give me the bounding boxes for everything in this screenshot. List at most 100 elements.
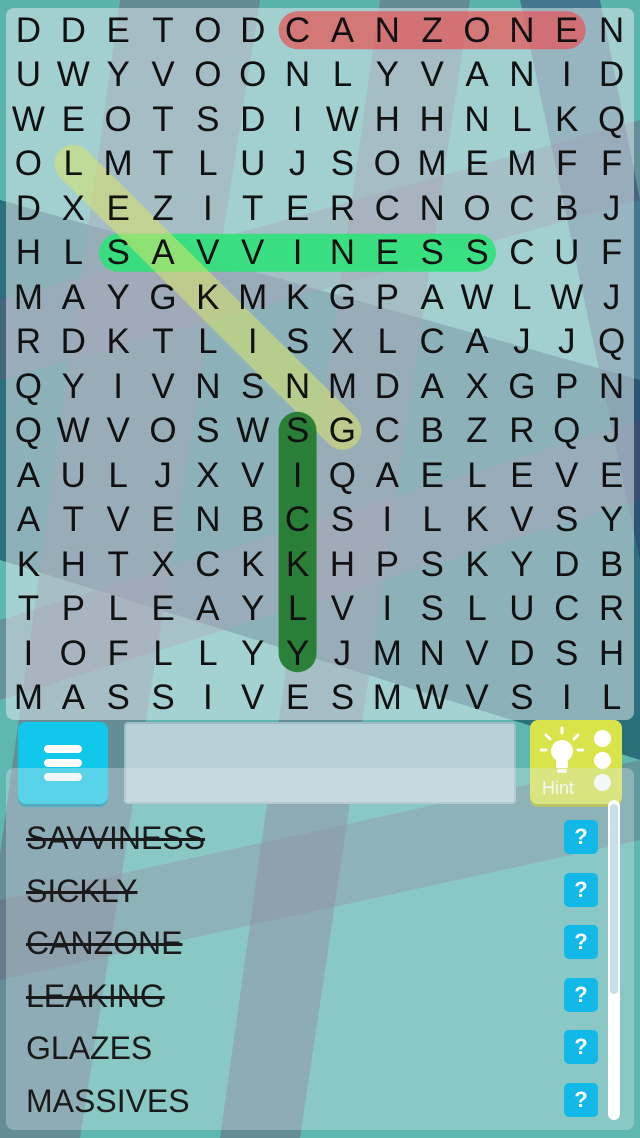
grid-cell[interactable]: N — [499, 8, 544, 53]
grid-cell[interactable]: P — [51, 587, 96, 632]
grid-cell[interactable]: N — [185, 364, 230, 409]
grid-cell[interactable]: S — [455, 231, 500, 276]
grid-cell[interactable]: L — [185, 142, 230, 187]
grid-cell[interactable]: Y — [499, 542, 544, 587]
grid-cell[interactable]: Q — [589, 320, 634, 365]
grid-cell[interactable]: M — [6, 676, 51, 721]
grid-cell[interactable]: P — [365, 542, 410, 587]
grid-cell[interactable]: U — [230, 142, 275, 187]
grid-cell[interactable]: S — [544, 498, 589, 543]
grid-cell[interactable]: W — [544, 275, 589, 320]
grid-cell[interactable]: S — [275, 409, 320, 454]
grid-cell[interactable]: A — [410, 364, 455, 409]
grid-cell[interactable]: Y — [230, 631, 275, 676]
word-list-panel[interactable]: SAVVINESS? SICKLY? CANZONE? LEAKING? GLAZES?… — [6, 768, 634, 1130]
grid-cell[interactable]: X — [455, 364, 500, 409]
grid-cell[interactable]: I — [544, 676, 589, 721]
grid-cell[interactable]: L — [96, 587, 141, 632]
grid-cell[interactable]: V — [230, 453, 275, 498]
grid-cell[interactable]: F — [589, 231, 634, 276]
grid-cell[interactable]: V — [499, 498, 544, 543]
grid-cell[interactable]: C — [275, 8, 320, 53]
grid-cell[interactable]: K — [275, 275, 320, 320]
grid-cell[interactable]: J — [589, 186, 634, 231]
grid-cell[interactable]: M — [365, 676, 410, 721]
word-hint-button[interactable]: ? — [564, 977, 598, 1012]
grid-cell[interactable]: O — [455, 186, 500, 231]
grid-cell[interactable]: U — [544, 231, 589, 276]
grid-cell[interactable]: P — [544, 364, 589, 409]
grid-cell[interactable]: Q — [544, 409, 589, 454]
grid-cell[interactable]: V — [410, 53, 455, 98]
grid-cell[interactable]: K — [230, 542, 275, 587]
grid-cell[interactable]: B — [230, 498, 275, 543]
grid-cell[interactable]: W — [230, 409, 275, 454]
grid-cell[interactable]: E — [96, 186, 141, 231]
grid-cell[interactable]: K — [455, 498, 500, 543]
grid-cell[interactable]: I — [275, 231, 320, 276]
grid-cell[interactable]: O — [51, 631, 96, 676]
grid-cell[interactable]: Z — [410, 8, 455, 53]
grid-cell[interactable]: N — [185, 498, 230, 543]
grid-cell[interactable]: L — [455, 453, 500, 498]
grid-cell[interactable]: L — [185, 320, 230, 365]
grid-cell[interactable]: A — [455, 53, 500, 98]
grid-cell[interactable]: I — [275, 453, 320, 498]
letter-grid[interactable]: DDETODCANZONENUWYVOONLYVANIDWEOTSDIWHHNL… — [6, 8, 634, 720]
grid-cell[interactable]: K — [275, 542, 320, 587]
grid-cell[interactable]: I — [6, 631, 51, 676]
grid-cell[interactable]: A — [6, 498, 51, 543]
grid-cell[interactable]: C — [275, 498, 320, 543]
grid-cell[interactable]: M — [96, 142, 141, 187]
grid-cell[interactable]: W — [6, 97, 51, 142]
grid-cell[interactable]: O — [230, 53, 275, 98]
grid-cell[interactable]: A — [6, 453, 51, 498]
grid-cell[interactable]: D — [230, 8, 275, 53]
grid-cell[interactable]: F — [589, 142, 634, 187]
grid-cell[interactable]: K — [455, 542, 500, 587]
grid-cell[interactable]: H — [365, 97, 410, 142]
grid-cell[interactable]: S — [410, 542, 455, 587]
grid-cell[interactable]: O — [96, 97, 141, 142]
grid-cell[interactable]: V — [96, 409, 141, 454]
grid-cell[interactable]: E — [96, 8, 141, 53]
grid-cell[interactable]: D — [6, 8, 51, 53]
grid-cell[interactable]: U — [499, 587, 544, 632]
grid-cell[interactable]: I — [365, 587, 410, 632]
grid-cell[interactable]: J — [141, 453, 186, 498]
grid-cell[interactable]: Y — [275, 631, 320, 676]
grid-cell[interactable]: S — [499, 676, 544, 721]
grid-cell[interactable]: A — [51, 676, 96, 721]
grid-cell[interactable]: V — [455, 676, 500, 721]
grid-cell[interactable]: B — [410, 409, 455, 454]
grid-cell[interactable]: C — [365, 186, 410, 231]
grid-cell[interactable]: A — [51, 275, 96, 320]
grid-cell[interactable]: V — [455, 631, 500, 676]
puzzle-board[interactable]: DDETODCANZONENUWYVOONLYVANIDWEOTSDIWHHNL… — [6, 8, 634, 720]
grid-cell[interactable]: S — [410, 587, 455, 632]
grid-cell[interactable]: A — [455, 320, 500, 365]
grid-cell[interactable]: P — [365, 275, 410, 320]
grid-cell[interactable]: H — [6, 231, 51, 276]
word-hint-button[interactable]: ? — [564, 925, 598, 959]
grid-cell[interactable]: E — [51, 97, 96, 142]
grid-cell[interactable]: N — [320, 231, 365, 276]
grid-cell[interactable]: D — [544, 542, 589, 587]
grid-cell[interactable]: K — [6, 542, 51, 587]
grid-cell[interactable]: E — [141, 587, 186, 632]
grid-cell[interactable]: O — [185, 8, 230, 53]
grid-cell[interactable]: H — [51, 542, 96, 587]
grid-cell[interactable]: G — [499, 364, 544, 409]
grid-cell[interactable]: S — [185, 409, 230, 454]
grid-cell[interactable]: D — [365, 364, 410, 409]
grid-cell[interactable]: V — [544, 453, 589, 498]
grid-cell[interactable]: N — [410, 631, 455, 676]
grid-cell[interactable]: I — [96, 364, 141, 409]
grid-cell[interactable]: S — [320, 142, 365, 187]
grid-cell[interactable]: L — [499, 275, 544, 320]
grid-cell[interactable]: Q — [320, 453, 365, 498]
grid-cell[interactable]: K — [96, 320, 141, 365]
grid-cell[interactable]: R — [499, 409, 544, 454]
grid-cell[interactable]: O — [185, 53, 230, 98]
grid-cell[interactable]: L — [141, 631, 186, 676]
